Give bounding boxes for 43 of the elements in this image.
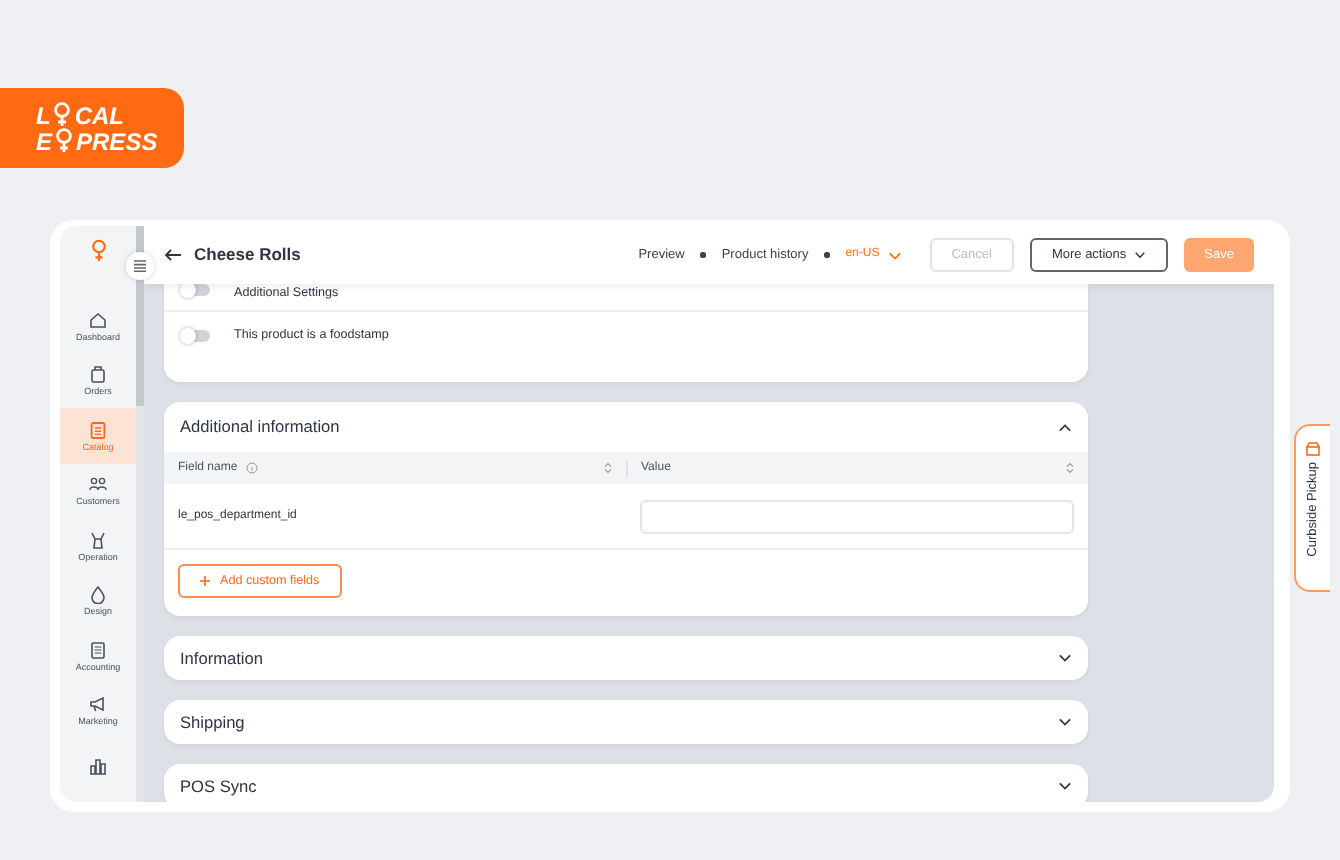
logo-text: PRESS (76, 129, 158, 153)
info-icon (245, 462, 258, 474)
tool-icon (88, 529, 108, 549)
section-title: Information (180, 645, 264, 671)
menu-icon (134, 260, 146, 272)
collapse-toggle[interactable] (1058, 652, 1072, 664)
page-title: Cheese Rolls (194, 242, 301, 268)
clipboard-icon (88, 419, 108, 439)
chevron-down-icon (1058, 780, 1072, 792)
left-arrow-icon (164, 248, 182, 262)
section-title: Shipping (180, 709, 245, 735)
section-title: POS Sync (180, 773, 257, 799)
plus-icon (200, 576, 210, 586)
bullet-separator (700, 252, 706, 258)
megaphone-icon (88, 694, 108, 714)
collapse-toggle[interactable] (1058, 421, 1072, 433)
bag-icon (88, 364, 108, 384)
chevron-up-icon (1058, 421, 1072, 433)
chevron-down-icon (1058, 716, 1072, 728)
store-icon (1306, 442, 1320, 456)
chevron-down-icon (1134, 250, 1147, 260)
sort-icon (1066, 462, 1074, 474)
house-icon (88, 309, 108, 329)
sort-icon (603, 462, 611, 474)
collapse-toggle[interactable] (1058, 716, 1072, 728)
back-button[interactable] (164, 248, 182, 262)
pin-icon (52, 102, 73, 128)
value-input-field[interactable] (640, 499, 1074, 533)
chevron-down-icon (887, 249, 902, 261)
drop-icon (88, 584, 108, 604)
bullet-separator (824, 252, 830, 258)
document-icon (88, 639, 108, 659)
logo-text: L (36, 103, 51, 127)
pin-icon (54, 128, 75, 154)
toggle-switch[interactable] (182, 329, 210, 341)
toggle-switch[interactable] (182, 284, 210, 296)
logo-text: CAL (74, 103, 125, 127)
bar-chart-icon (88, 755, 108, 776)
collapse-toggle[interactable] (1058, 780, 1072, 792)
people-icon (88, 474, 108, 494)
logo-text: E (36, 129, 53, 153)
chevron-down-icon (1058, 652, 1072, 664)
section-title: Additional information (180, 414, 340, 440)
